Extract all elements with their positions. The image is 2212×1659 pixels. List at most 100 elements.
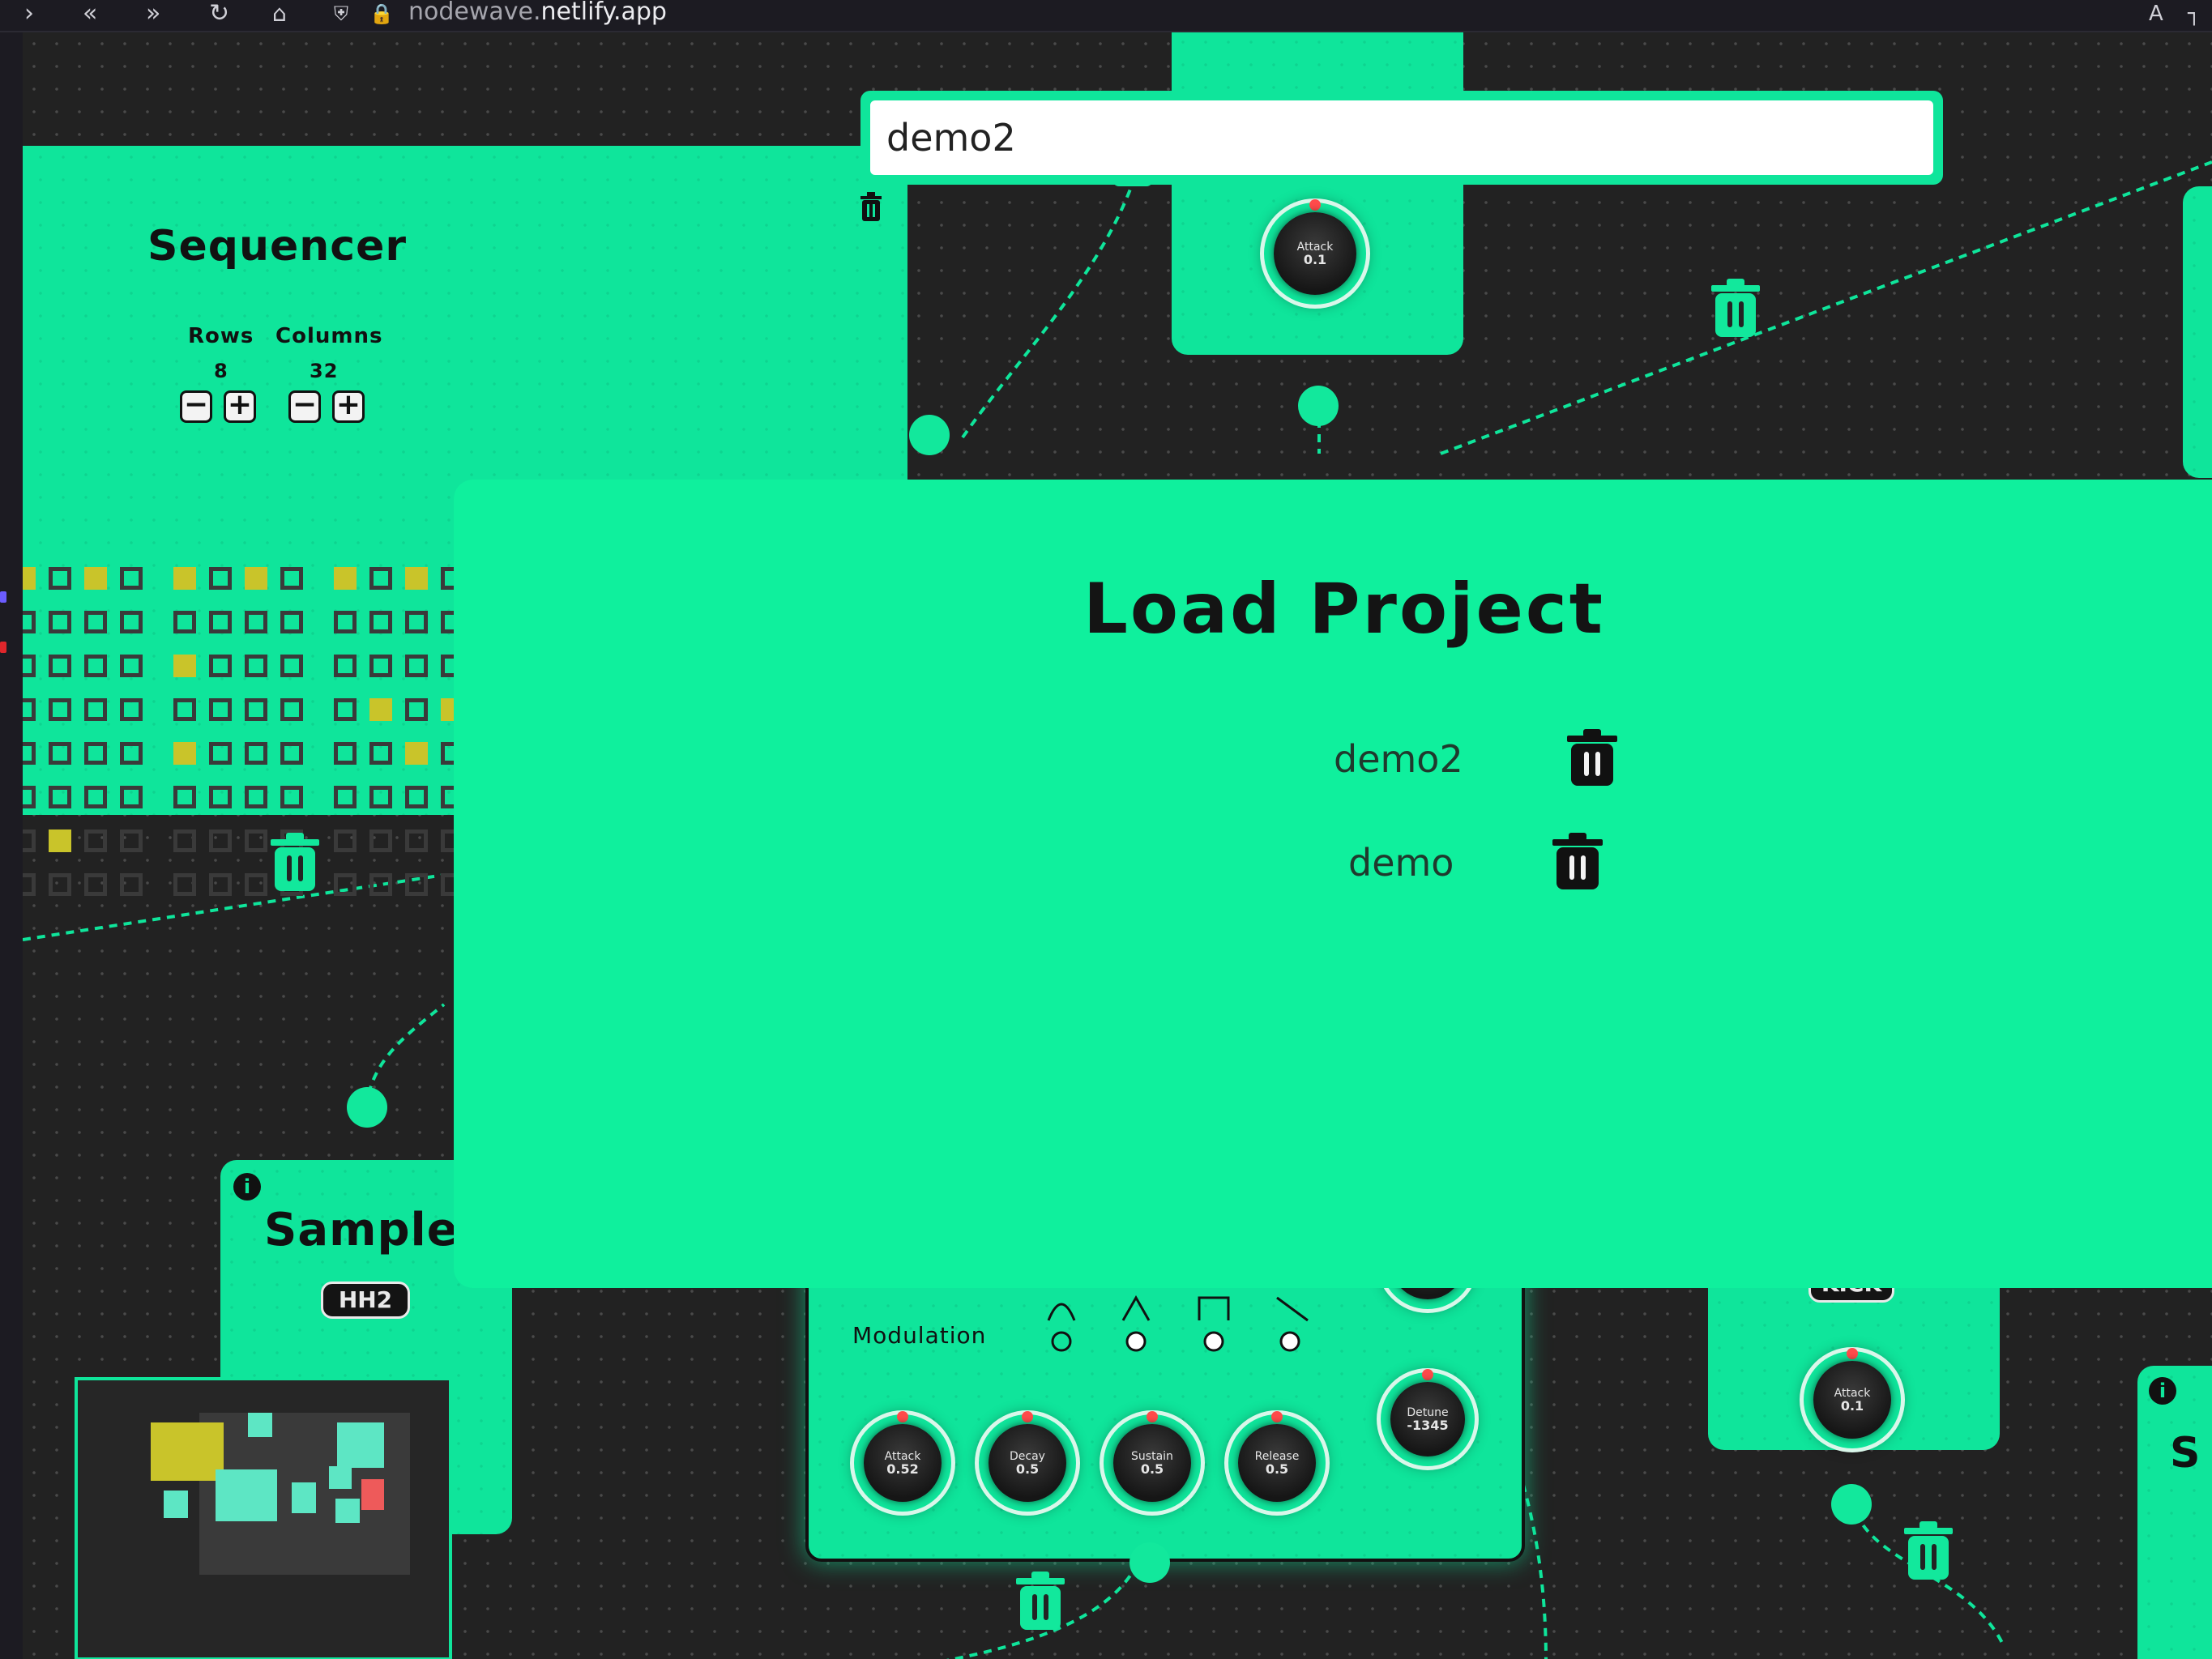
sequencer-step[interactable] <box>245 655 267 677</box>
sequencer-step[interactable] <box>49 698 71 721</box>
kick-output-port[interactable] <box>1831 1484 1872 1525</box>
sequencer-step[interactable] <box>23 567 36 590</box>
rows-decrement-button[interactable]: − <box>180 390 212 423</box>
sequencer-step[interactable] <box>280 655 303 677</box>
sequencer-output-port[interactable] <box>909 415 950 455</box>
sequencer-step[interactable] <box>334 611 357 633</box>
chevron-right-icon[interactable]: › <box>24 0 34 31</box>
synth-knob[interactable]: Attack 0.52 <box>854 1411 951 1512</box>
sequencer-step[interactable] <box>49 567 71 590</box>
sequencer-step[interactable] <box>280 786 303 808</box>
sequencer-step[interactable] <box>49 786 71 808</box>
double-chevron-left-icon[interactable]: « <box>83 0 97 31</box>
sequencer-step[interactable] <box>334 786 357 808</box>
sequencer-step[interactable] <box>120 655 143 677</box>
sequencer-step[interactable] <box>209 873 232 896</box>
synth-knob[interactable]: Release 0.5 <box>1228 1411 1326 1512</box>
project-item-demo[interactable]: demo <box>1348 841 1454 885</box>
sequencer-step[interactable] <box>369 742 392 765</box>
minimap[interactable] <box>75 1377 452 1659</box>
sequencer-step[interactable] <box>84 611 107 633</box>
hh-output-port[interactable] <box>1298 386 1339 426</box>
home-icon[interactable]: ⌂ <box>272 0 287 31</box>
offscreen-node[interactable] <box>2183 186 2212 478</box>
sequencer-step[interactable] <box>23 786 36 808</box>
sequencer-step[interactable] <box>334 742 357 765</box>
sequencer-step[interactable] <box>173 786 196 808</box>
sequencer-step[interactable] <box>84 830 107 852</box>
double-chevron-right-icon[interactable]: » <box>146 0 160 31</box>
sequencer-step[interactable] <box>49 830 71 852</box>
delete-wire-icon[interactable] <box>1014 1570 1067 1631</box>
sequencer-step[interactable] <box>334 567 357 590</box>
sequencer-step[interactable] <box>23 830 36 852</box>
sequencer-step[interactable] <box>23 742 36 765</box>
sequencer-step[interactable] <box>209 830 232 852</box>
sequencer-step[interactable] <box>245 742 267 765</box>
sequencer-step[interactable] <box>405 873 428 896</box>
delete-project-icon[interactable] <box>1549 831 1606 891</box>
sequencer-step[interactable] <box>369 567 392 590</box>
delete-wire-icon[interactable] <box>1902 1520 1955 1581</box>
sequencer-step[interactable] <box>405 567 428 590</box>
sequencer-step[interactable] <box>84 742 107 765</box>
sequencer-step[interactable] <box>120 873 143 896</box>
sequencer-step[interactable] <box>280 742 303 765</box>
delete-project-icon[interactable] <box>1564 727 1621 787</box>
sequencer-step[interactable] <box>84 567 107 590</box>
delete-wire-icon[interactable] <box>1709 277 1762 339</box>
sequencer-step[interactable] <box>405 786 428 808</box>
sequencer-step[interactable] <box>209 611 232 633</box>
sequencer-step[interactable] <box>49 655 71 677</box>
sequencer-step[interactable] <box>280 611 303 633</box>
sequencer-step[interactable] <box>405 742 428 765</box>
sequencer-step[interactable] <box>369 698 392 721</box>
sidebar-indicator[interactable] <box>0 642 6 653</box>
sequencer-step[interactable] <box>120 786 143 808</box>
sequencer-step[interactable] <box>245 698 267 721</box>
translate-icon[interactable]: A <box>2149 0 2163 31</box>
synth-output-port[interactable] <box>1129 1542 1170 1583</box>
sequencer-step[interactable] <box>120 611 143 633</box>
sequencer-step[interactable] <box>334 698 357 721</box>
sequencer-step[interactable] <box>173 611 196 633</box>
offscreen-node[interactable]: i S <box>2137 1366 2212 1659</box>
sequencer-step[interactable] <box>120 830 143 852</box>
sequencer-step[interactable] <box>369 830 392 852</box>
sequencer-step[interactable] <box>369 873 392 896</box>
sequencer-step[interactable] <box>405 698 428 721</box>
sequencer-step[interactable] <box>334 873 357 896</box>
synth-knob[interactable]: Decay 0.5 <box>979 1411 1076 1512</box>
hh-sampler-node[interactable]: HH Attack0.1 <box>1172 32 1463 355</box>
sequencer-step[interactable] <box>405 655 428 677</box>
reader-icon[interactable]: ┐ <box>2188 0 2201 31</box>
sequencer-step[interactable] <box>369 786 392 808</box>
sequencer-step[interactable] <box>369 655 392 677</box>
sequencer-step[interactable] <box>334 830 357 852</box>
project-item-demo2[interactable]: demo2 <box>1334 737 1463 781</box>
reload-icon[interactable]: ↻ <box>209 0 229 31</box>
sequencer-step[interactable] <box>245 830 267 852</box>
lock-icon[interactable]: 🔒 <box>369 0 394 31</box>
sampler-input-port[interactable] <box>347 1087 387 1128</box>
sequencer-step[interactable] <box>173 567 196 590</box>
attack-knob[interactable]: Attack 0.1 <box>1264 199 1366 305</box>
columns-increment-button[interactable]: + <box>332 390 365 423</box>
rows-increment-button[interactable]: + <box>224 390 256 423</box>
sequencer-step[interactable] <box>23 611 36 633</box>
sequencer-step[interactable] <box>173 698 196 721</box>
sequencer-step[interactable] <box>120 742 143 765</box>
url-bar[interactable]: nodewave.netlify.app <box>408 0 667 31</box>
sequencer-step[interactable] <box>23 655 36 677</box>
sequencer-step[interactable] <box>405 830 428 852</box>
sequencer-step[interactable] <box>173 873 196 896</box>
sequencer-step[interactable] <box>245 873 267 896</box>
sequencer-step[interactable] <box>280 698 303 721</box>
sequencer-step[interactable] <box>209 655 232 677</box>
sequencer-step[interactable] <box>120 567 143 590</box>
delete-node-icon[interactable] <box>859 191 883 222</box>
sequencer-step[interactable] <box>173 655 196 677</box>
sequencer-step[interactable] <box>84 655 107 677</box>
sequencer-step[interactable] <box>369 611 392 633</box>
delete-wire-icon[interactable] <box>268 831 322 893</box>
